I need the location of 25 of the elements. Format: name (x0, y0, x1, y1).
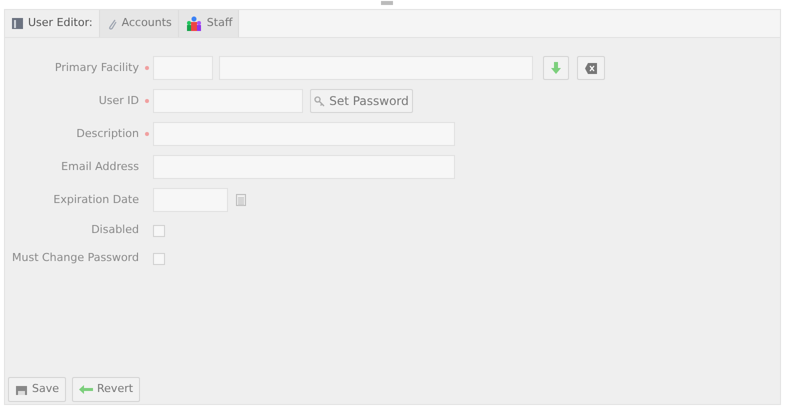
people-icon (184, 16, 203, 32)
back-arrow-icon (79, 385, 94, 394)
floppy-icon (15, 383, 28, 396)
calendar-icon[interactable] (236, 194, 246, 206)
field-label: Email Address (61, 158, 139, 175)
save-button[interactable]: Save (8, 377, 66, 402)
field-label: Expiration Date (53, 192, 139, 208)
tab[interactable]: User Editor: (5, 10, 100, 37)
tab[interactable]: Accounts (100, 10, 179, 37)
key-icon (314, 96, 326, 106)
checkbox[interactable] (153, 252, 165, 264)
checkbox[interactable] (153, 224, 165, 236)
clear-button[interactable] (577, 56, 605, 80)
field-label: User ID (98, 92, 139, 109)
set-password-button[interactable]: Set Password (310, 89, 413, 113)
down-arrow-icon (551, 62, 561, 74)
revert-button[interactable]: Revert (72, 377, 140, 402)
field-label: Primary Facility (54, 60, 139, 76)
download-button[interactable] (543, 56, 569, 80)
field-label: Description (76, 126, 139, 142)
field-label: Disabled (91, 222, 139, 238)
tab[interactable]: Staff (178, 10, 240, 37)
drag-handle-icon[interactable] (380, 1, 392, 5)
field-label: Must Change Password (12, 250, 139, 266)
book-icon (11, 17, 24, 30)
